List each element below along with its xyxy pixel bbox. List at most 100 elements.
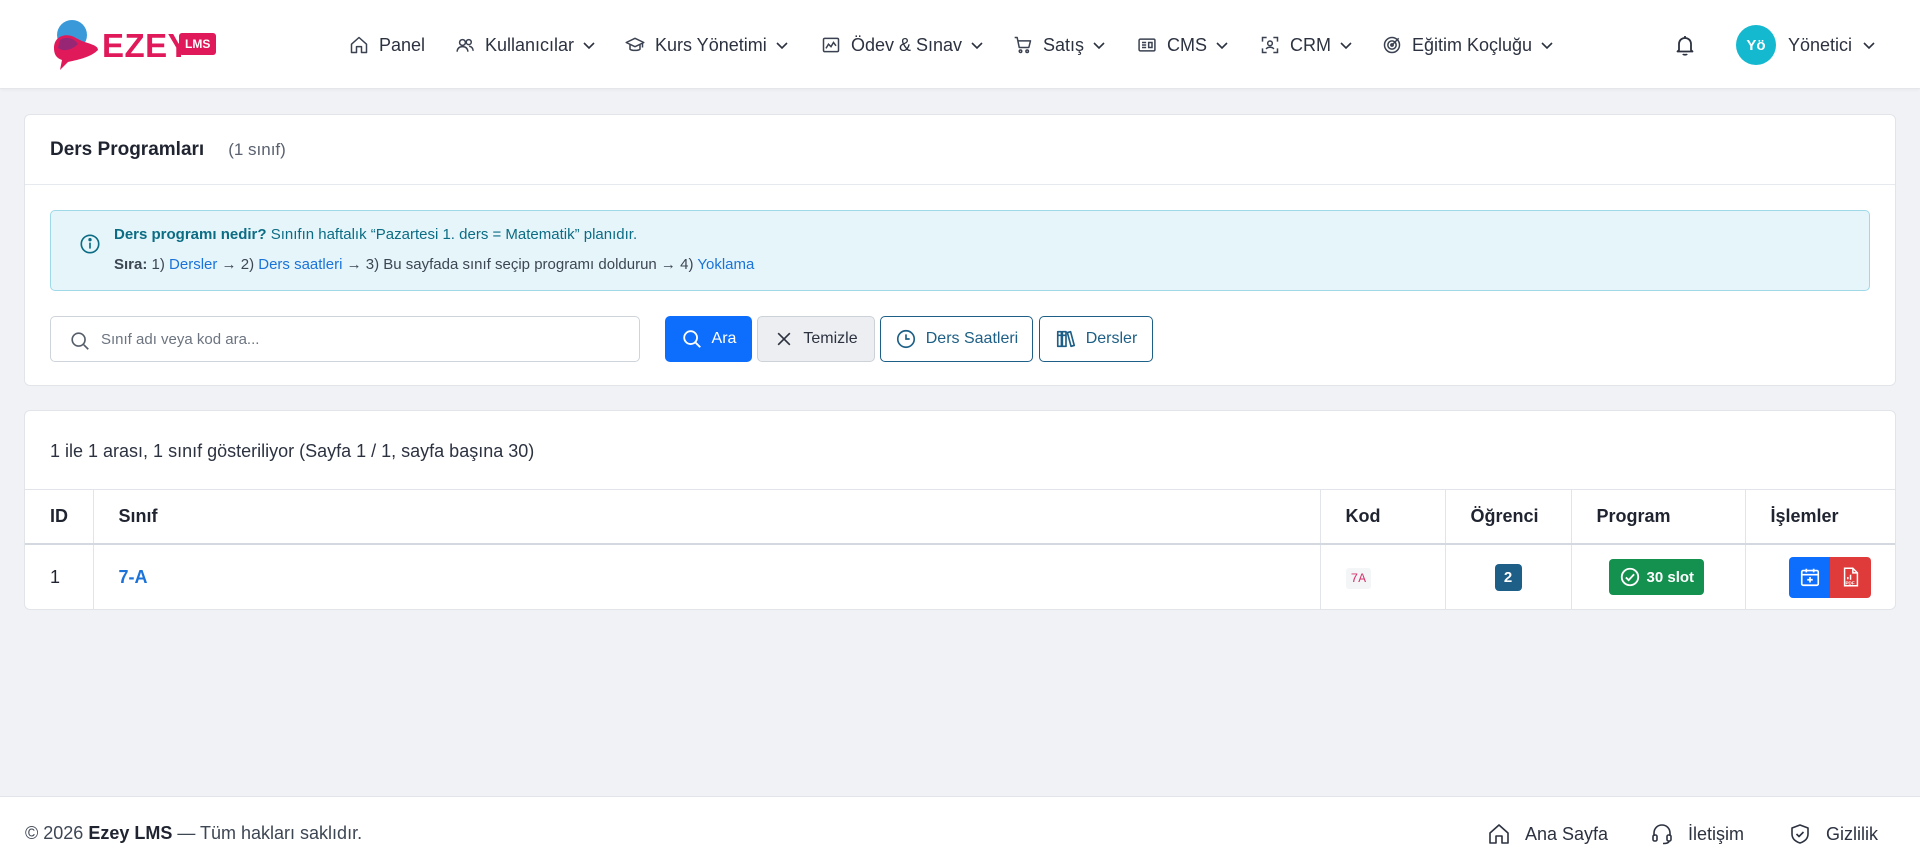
lesson-hours-label: Ders Saatleri [925, 330, 1019, 347]
lessons-button[interactable]: Dersler [1039, 316, 1153, 362]
nav-item-odev-sinav[interactable]: Ödev & Sınav [821, 30, 984, 60]
cell-actions: PDF [1744, 543, 1896, 609]
close-icon [777, 332, 791, 346]
user-name: Yönetici [1788, 34, 1853, 55]
footer-link-privacy[interactable]: Gizlilik [1788, 821, 1878, 847]
col-header-program: Program [1570, 489, 1745, 545]
class-list-card: 1 ile 1 arası, 1 sınıf gösteriliyor (Say… [24, 410, 1896, 610]
col-header-islemler: İşlemler [1744, 489, 1895, 545]
chevron-down-icon [1216, 42, 1228, 50]
chevron-down-icon [1541, 42, 1553, 50]
page-title: Ders Programları [50, 138, 205, 160]
filter-card: Ders Programları (1 sınıf) Ders programı… [24, 114, 1896, 386]
footer-home-label: Ana Sayfa [1525, 823, 1609, 844]
users-icon [456, 38, 474, 52]
nav-item-kullanicilar[interactable]: Kullanıcılar [455, 30, 596, 60]
edit-schedule-button[interactable] [1789, 556, 1830, 598]
copyright-year: © 2026 [25, 823, 89, 843]
cell-sinif: 7-A [92, 543, 1320, 609]
student-count-badge: 2 [1494, 563, 1522, 591]
nav-item-cms[interactable]: CMS [1137, 30, 1229, 60]
clear-button-label: Temizle [803, 330, 858, 347]
copyright-brand: Ezey LMS [88, 823, 173, 843]
nav-label: Eğitim Koçluğu [1412, 34, 1533, 55]
search-icon [71, 332, 89, 350]
footer-link-contact[interactable]: İletişim [1650, 821, 1744, 847]
target-icon [1383, 36, 1401, 54]
pdf-export-button[interactable]: PDF [1830, 556, 1871, 598]
col-header-sinif: Sınıf [92, 489, 1320, 545]
calendar-plus-icon [1800, 569, 1819, 587]
nav-item-crm[interactable]: CRM [1260, 30, 1353, 60]
step-text: → 2) [217, 256, 259, 273]
top-navbar: EZEY LMS Panel Kullanıcılar Kurs Yönetim… [0, 0, 1920, 89]
shield-check-icon [1791, 824, 1809, 844]
user-menu[interactable]: Yönetici [1788, 30, 1876, 60]
col-header-kod: Kod [1319, 489, 1445, 545]
check-circle-icon [1620, 568, 1639, 587]
lesson-hours-button[interactable]: Ders Saatleri [880, 316, 1033, 362]
chevron-down-icon [971, 42, 983, 50]
program-slot-count: 30 slot [1646, 568, 1695, 586]
nav-label: Satış [1043, 34, 1085, 55]
brand-badge: LMS [179, 33, 217, 55]
copyright-text: — Tüm hakları saklıdır. [172, 823, 363, 843]
brand-logo[interactable]: EZEY LMS [50, 18, 230, 72]
books-icon [1056, 330, 1075, 348]
cell-program: 30 slot [1570, 543, 1745, 609]
link-ders-saatleri[interactable]: Ders saatleri [258, 256, 342, 273]
card-header: Ders Programları (1 sınıf) [25, 115, 1895, 185]
info-definition: Ders programı nedir? Sınıfın haftalık “P… [114, 226, 637, 243]
footer: © 2026 Ezey LMS — Tüm hakları saklıdır. … [0, 796, 1920, 868]
clock-icon [896, 329, 915, 349]
chevron-down-icon [1340, 42, 1352, 50]
table-row: 1 7-A 7A 2 30 slot PDF [25, 543, 1896, 609]
info-steps: Sıra: 1) Dersler → 2) Ders saatleri → 3)… [114, 256, 754, 273]
col-header-ogrenci: Öğrenci [1444, 489, 1571, 545]
program-status-badge: 30 slot [1608, 559, 1705, 596]
nav-label: Kullanıcılar [485, 34, 575, 55]
cms-icon [1138, 38, 1156, 52]
nav-item-egitim-koclugu[interactable]: Eğitim Koçluğu [1382, 30, 1554, 60]
chevron-down-icon [1093, 42, 1105, 50]
exam-icon [822, 37, 840, 53]
pdf-file-icon: PDF [1843, 567, 1858, 587]
step-text: → 3) Bu sayfada sınıf seçip programı dol… [342, 256, 698, 273]
footer-privacy-label: Gizlilik [1826, 823, 1878, 844]
class-code: 7A [1345, 567, 1372, 589]
graduation-cap-icon [625, 37, 645, 52]
info-alert: Ders programı nedir? Sınıfın haftalık “P… [50, 210, 1870, 291]
class-name-link[interactable]: 7-A [119, 567, 148, 587]
nav-label: CRM [1290, 34, 1331, 55]
chevron-down-icon [583, 42, 595, 50]
row-actions: PDF [1771, 556, 1896, 598]
nav-item-kurs-yonetimi[interactable]: Kurs Yönetimi [625, 30, 789, 60]
lessons-label: Dersler [1085, 330, 1138, 347]
headset-icon [1652, 824, 1672, 845]
search-input[interactable] [101, 317, 631, 361]
bell-icon[interactable] [1673, 33, 1697, 57]
class-count: (1 sınıf) [228, 139, 286, 159]
home-icon [350, 36, 368, 54]
home-icon [1489, 824, 1509, 844]
class-table: ID Sınıf Kod Öğrenci Program İşlemler 1 … [25, 489, 1896, 609]
nav-label: CMS [1167, 34, 1207, 55]
link-yoklama[interactable]: Yoklama [697, 256, 754, 273]
search-button[interactable]: Ara [665, 316, 752, 362]
cell-ogrenci: 2 [1444, 543, 1571, 609]
footer-link-home[interactable]: Ana Sayfa [1487, 821, 1608, 847]
info-answer: Sınıfın haftalık “Pazartesi 1. ders = Ma… [266, 226, 638, 243]
info-question: Ders programı nedir? [114, 226, 267, 243]
cart-icon [1014, 36, 1032, 54]
chevron-down-icon [776, 42, 788, 50]
nav-item-satis[interactable]: Satış [1013, 30, 1106, 60]
avatar[interactable]: Yö [1736, 25, 1776, 65]
copyright: © 2026 Ezey LMS — Tüm hakları saklıdır. [25, 823, 362, 844]
logo-mark-icon [54, 20, 98, 70]
search-field [50, 316, 640, 362]
search-icon [682, 330, 701, 348]
chevron-down-icon [1863, 42, 1875, 50]
clear-button[interactable]: Temizle [757, 316, 875, 362]
nav-item-panel[interactable]: Panel [349, 30, 425, 60]
link-dersler[interactable]: Dersler [169, 256, 217, 273]
